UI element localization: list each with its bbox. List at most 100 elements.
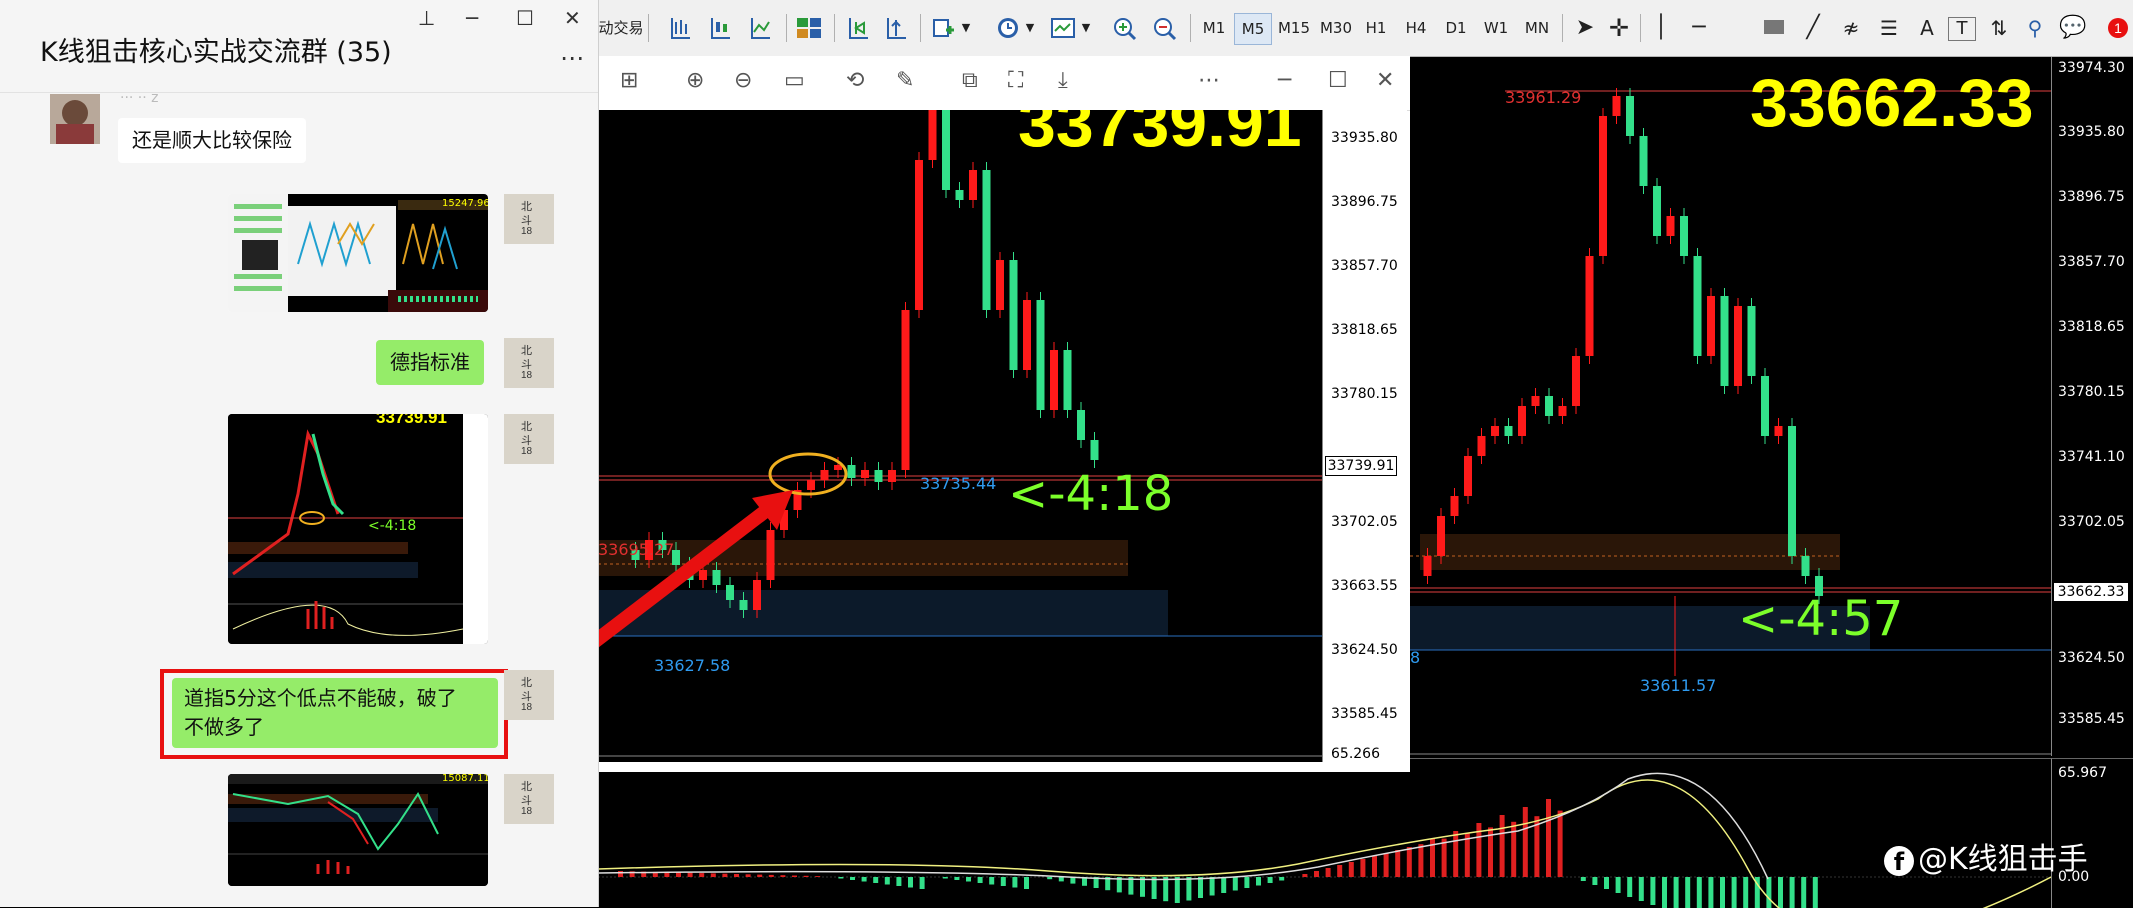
avatar[interactable]: [50, 94, 100, 144]
zoom-in-icon[interactable]: [1112, 16, 1138, 42]
candle: [1477, 436, 1486, 456]
message-bubble[interactable]: 德指标准: [376, 340, 484, 385]
more-icon[interactable]: ⋯: [560, 44, 584, 72]
horizontal-line-icon[interactable]: ─: [1686, 13, 1712, 43]
main-scale-4: 33818.65: [2058, 319, 2125, 335]
resistance-zone: [1420, 534, 1840, 570]
histogram-bar: [850, 877, 855, 880]
chart-shift-icon[interactable]: [846, 16, 870, 40]
crosshair-icon[interactable]: ✛: [1606, 13, 1632, 43]
close-icon[interactable]: ✕: [1376, 68, 1394, 93]
timeframe-h4[interactable]: H4: [1398, 13, 1434, 43]
chevron-down-icon[interactable]: ▼: [1080, 13, 1092, 43]
fibo-levels-icon[interactable]: ☰: [1876, 13, 1902, 43]
candle-chart-icon[interactable]: [708, 16, 732, 40]
histogram-bar: [942, 877, 948, 879]
edit-icon[interactable]: ✎: [896, 68, 914, 93]
close-icon[interactable]: ✕: [564, 6, 581, 30]
timeframe-m1[interactable]: M1: [1196, 13, 1232, 43]
histogram-bar: [1024, 877, 1029, 889]
chevron-down-icon[interactable]: ▼: [1024, 13, 1036, 43]
zoom-in-icon[interactable]: ⊕: [686, 68, 704, 93]
viewer-scale-9: 65.266: [1331, 746, 1380, 762]
viewer-chart[interactable]: 33739.91 <-4:18 33735.44 33695.27 33627.…: [598, 110, 1322, 762]
text-icon[interactable]: A: [1914, 13, 1940, 43]
histogram-bar: [1325, 868, 1331, 877]
timeframe-m15[interactable]: M15: [1274, 13, 1314, 43]
image-thumbnail[interactable]: 33739.91 <-4:18: [228, 414, 488, 644]
arrows-icon[interactable]: ⇅: [1986, 13, 2012, 43]
viewer-scale-6: 33663.55: [1331, 578, 1398, 594]
avatar[interactable]: 北 斗 18: [504, 774, 554, 824]
candle: [1788, 426, 1796, 556]
indicator-panel[interactable]: [598, 758, 2051, 908]
candle: [1050, 350, 1058, 410]
bar-chart-icon[interactable]: [668, 16, 692, 40]
histogram-bar: [1592, 877, 1598, 885]
avatar[interactable]: 北 斗 18: [504, 338, 554, 388]
timeframe-w1[interactable]: W1: [1478, 13, 1514, 43]
toolbar-sep: [648, 14, 649, 42]
histogram-bar: [1580, 877, 1586, 881]
minimize-icon[interactable]: ─: [466, 6, 478, 30]
main-scale-8: 33624.50: [2058, 650, 2125, 666]
extract-text-icon[interactable]: ⧉: [962, 68, 978, 93]
rectangle-icon[interactable]: [1764, 20, 1784, 34]
timeframe-mn[interactable]: MN: [1518, 13, 1556, 43]
avatar[interactable]: 北 斗 18: [504, 414, 554, 464]
timeframe-h1[interactable]: H1: [1358, 13, 1394, 43]
clock-icon[interactable]: [996, 16, 1020, 40]
timeframe-m30[interactable]: M30: [1316, 13, 1356, 43]
autoscroll-icon[interactable]: [884, 16, 908, 40]
templates-icon[interactable]: [1050, 16, 1076, 40]
maximize-icon[interactable]: ☐: [1328, 68, 1348, 93]
line-chart-icon[interactable]: [748, 16, 772, 40]
grid-icon[interactable]: ⊞: [620, 68, 638, 93]
text-label-icon[interactable]: T: [1948, 17, 1976, 41]
tile-windows-icon[interactable]: [796, 16, 822, 40]
candle: [766, 530, 775, 580]
histogram-bar: [1453, 831, 1459, 877]
search-icon[interactable]: ⚲: [2022, 13, 2048, 43]
more-icon[interactable]: ⋯: [1198, 68, 1220, 93]
main-chart[interactable]: 33662.33 <-4:57 33961.29 33611.57 8: [1410, 56, 2133, 756]
main-timer: <-4:57: [1738, 591, 1904, 647]
main-scale-3: 33857.70: [2058, 254, 2125, 270]
watermark-text: @K线狙击手: [1918, 842, 2088, 877]
maximize-icon[interactable]: ☐: [516, 6, 534, 30]
macd-line: [598, 772, 1769, 881]
candle: [1036, 300, 1045, 410]
cursor-icon[interactable]: ➤: [1572, 13, 1598, 43]
vertical-line-icon[interactable]: │: [1648, 13, 1674, 43]
minimize-icon[interactable]: ─: [1278, 68, 1291, 93]
message-bubble[interactable]: 道指5分这个低点不能破，破了 不做多了: [172, 678, 498, 748]
image-thumbnail[interactable]: 15087.11: [228, 774, 488, 886]
histogram-bar: [768, 874, 774, 877]
histogram-bar: [1151, 877, 1157, 899]
main-scale-2: 33896.75: [2058, 189, 2125, 205]
candle: [1761, 376, 1769, 436]
add-indicator-icon[interactable]: [932, 16, 956, 40]
auto-trade-button[interactable]: 动交易: [598, 13, 644, 43]
timeframe-m5[interactable]: M5: [1234, 13, 1272, 45]
fit-icon[interactable]: ▭: [784, 68, 805, 93]
zoom-out-icon[interactable]: [1152, 16, 1178, 42]
trendline-icon[interactable]: ╱: [1800, 13, 1826, 43]
scan-icon[interactable]: ⛶: [1008, 68, 1023, 93]
download-icon[interactable]: ⤓: [1058, 68, 1068, 93]
avatar[interactable]: 北 斗 18: [504, 670, 554, 720]
chevron-down-icon[interactable]: ▼: [960, 13, 972, 43]
image-thumbnail[interactable]: 15247.96: [228, 194, 488, 312]
pin-icon[interactable]: ⊥: [418, 6, 435, 30]
timeframe-d1[interactable]: D1: [1438, 13, 1474, 43]
message-bubble[interactable]: 还是顺大比较保险: [118, 118, 306, 163]
rotate-icon[interactable]: ⟲: [846, 68, 864, 93]
candle: [955, 190, 964, 200]
histogram-bar: [1348, 862, 1354, 877]
chat-icon[interactable]: 💬: [2058, 13, 2088, 43]
zoom-out-icon[interactable]: ⊖: [734, 68, 752, 93]
candle: [712, 570, 721, 585]
fibonacci-icon[interactable]: ≉: [1838, 13, 1864, 43]
avatar[interactable]: 北 斗 18: [504, 194, 554, 244]
histogram-bar: [745, 874, 751, 877]
